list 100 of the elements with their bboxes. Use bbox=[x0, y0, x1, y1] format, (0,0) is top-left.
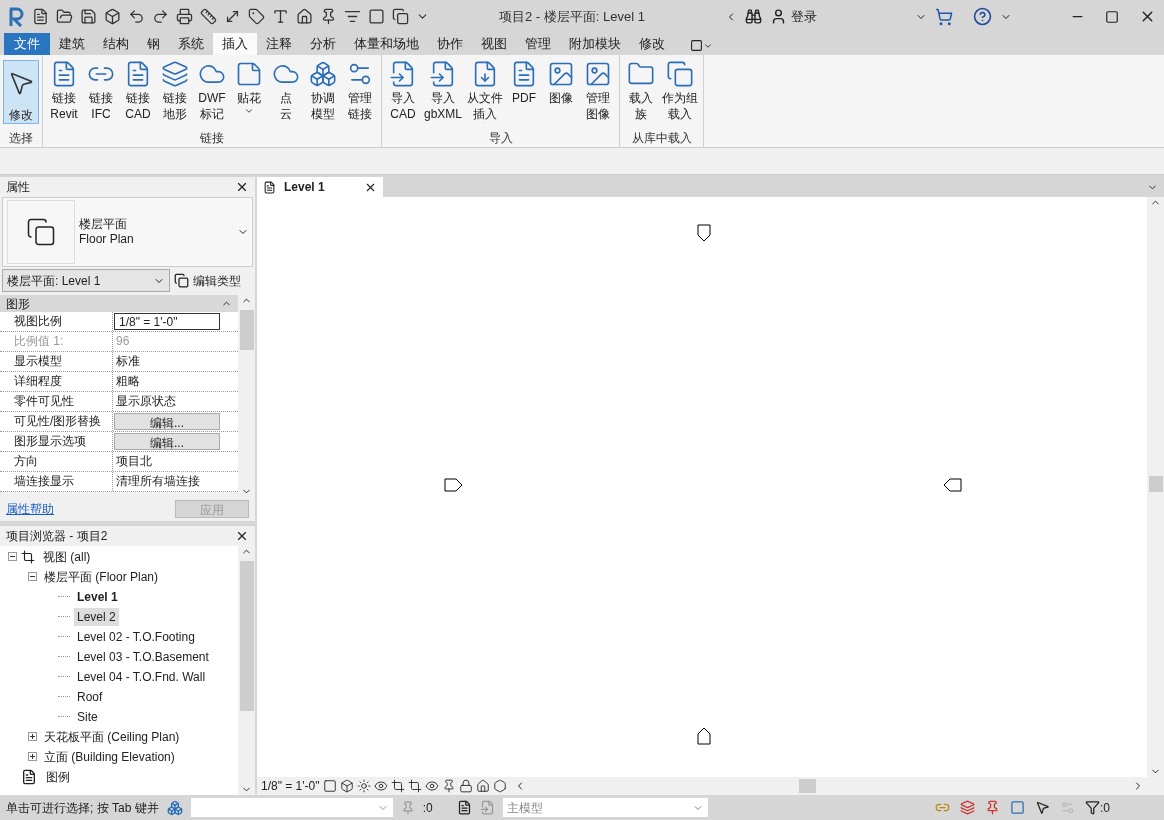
save-icon[interactable] bbox=[80, 8, 97, 25]
menu-tab[interactable]: 修改 bbox=[630, 33, 674, 55]
ribbon-button[interactable]: 点 云 bbox=[268, 60, 304, 124]
menu-tab[interactable]: 插入 bbox=[213, 33, 257, 55]
tree-item[interactable]: Roof bbox=[74, 687, 106, 706]
ribbon-button[interactable]: 修改 bbox=[3, 60, 39, 124]
scroll-thumb[interactable] bbox=[1148, 476, 1163, 492]
frame-icon[interactable] bbox=[322, 779, 337, 793]
workset-icon[interactable] bbox=[166, 799, 183, 816]
menu-tab[interactable]: 钢 bbox=[138, 33, 169, 55]
ribbon-button[interactable]: PDF bbox=[506, 60, 543, 124]
ribbon-button[interactable]: 贴花 bbox=[231, 60, 267, 124]
drag-select-icon[interactable] bbox=[1035, 800, 1050, 815]
menu-tab[interactable]: 视图 bbox=[472, 33, 516, 55]
sun-icon[interactable] bbox=[356, 779, 371, 793]
tree-item[interactable]: 立面 (Building Elevation) bbox=[41, 747, 178, 766]
measure-icon[interactable] bbox=[200, 8, 217, 25]
house-icon[interactable] bbox=[475, 779, 490, 793]
filter-icon[interactable] bbox=[1085, 800, 1100, 815]
menu-tab[interactable]: 附加模块 bbox=[560, 33, 630, 55]
edit-type-button[interactable]: 编辑类型 bbox=[174, 271, 241, 290]
menu-tab[interactable]: 注释 bbox=[257, 33, 301, 55]
ribbon-button[interactable]: 载入 族 bbox=[623, 60, 660, 124]
close-icon[interactable] bbox=[235, 180, 249, 194]
maximize-icon[interactable] bbox=[1105, 9, 1119, 24]
ribbon-button[interactable]: 链接 Revit bbox=[46, 60, 82, 124]
help-icon[interactable] bbox=[973, 7, 992, 26]
undo-icon[interactable] bbox=[128, 8, 145, 25]
views-icon bbox=[21, 549, 35, 564]
tree-item[interactable]: 视图 (all) bbox=[40, 547, 94, 566]
collapse-toggle[interactable] bbox=[28, 572, 37, 582]
view-tab[interactable]: Level 1 bbox=[257, 177, 383, 197]
scrollbar[interactable] bbox=[798, 779, 816, 793]
ribbon-button[interactable]: 协调 模型 bbox=[305, 60, 341, 124]
menu-tab[interactable]: 结构 bbox=[94, 33, 138, 55]
collapse-toggle[interactable] bbox=[8, 552, 17, 562]
tree-item[interactable]: 图例 bbox=[43, 767, 73, 786]
ribbon-button[interactable]: 链接 IFC bbox=[83, 60, 119, 124]
scroll-thumb[interactable] bbox=[239, 560, 254, 711]
redo-icon[interactable] bbox=[152, 8, 169, 25]
crop-region-icon[interactable] bbox=[407, 779, 422, 793]
select-pinned-icon[interactable] bbox=[985, 800, 1000, 815]
ribbon-button[interactable]: 管理 链接 bbox=[342, 60, 378, 124]
ribbon-button[interactable]: 作为组 载入 bbox=[660, 60, 701, 124]
help-link[interactable]: 属性帮助 bbox=[6, 499, 54, 518]
sheet-icon[interactable] bbox=[32, 8, 49, 25]
expand-toggle[interactable] bbox=[28, 752, 37, 762]
sign-in-button[interactable]: 登录 bbox=[770, 6, 817, 27]
open-icon[interactable] bbox=[56, 8, 73, 25]
property-edit-button[interactable]: 编辑... bbox=[114, 413, 220, 430]
lock-icon[interactable] bbox=[458, 779, 473, 793]
ribbon-toggle-button[interactable] bbox=[690, 39, 713, 52]
ribbon-button[interactable]: 链接 CAD bbox=[120, 60, 156, 124]
dimension-icon[interactable] bbox=[224, 8, 241, 25]
tree-item[interactable]: Level 1 bbox=[74, 587, 121, 606]
cart-icon[interactable] bbox=[935, 7, 953, 26]
scrollbar[interactable] bbox=[1147, 197, 1164, 777]
ribbon-button[interactable]: DWF 标记 bbox=[194, 60, 230, 124]
ribbon-button[interactable]: 从文件 插入 bbox=[465, 60, 506, 124]
cube-icon[interactable] bbox=[339, 779, 354, 793]
crop-icon[interactable] bbox=[390, 779, 405, 793]
menu-tab[interactable]: 建筑 bbox=[50, 33, 94, 55]
property-input[interactable]: 1/8" = 1'-0" bbox=[114, 313, 220, 330]
status-message: 单击可进行选择; 按 Tab 键并 bbox=[6, 799, 159, 817]
expand-toggle[interactable] bbox=[28, 732, 37, 742]
elevation-marker-icon bbox=[697, 224, 711, 242]
property-edit-button[interactable]: 编辑... bbox=[114, 433, 220, 450]
menu-tab[interactable]: 文件 bbox=[4, 33, 50, 55]
tree-item[interactable]: 楼层平面 (Floor Plan) bbox=[41, 567, 162, 586]
switch-windows-icon[interactable] bbox=[392, 8, 409, 25]
tree-item[interactable]: 天花板平面 (Ceiling Plan) bbox=[41, 727, 183, 746]
text-icon[interactable] bbox=[272, 8, 289, 25]
ribbon-button[interactable]: 图像 bbox=[543, 60, 580, 124]
tree-item[interactable]: Level 04 - T.O.Fnd. Wall bbox=[74, 667, 209, 686]
tree-item[interactable]: Site bbox=[74, 707, 101, 726]
property-label: 零件可见性 bbox=[0, 392, 113, 411]
model-dropdown[interactable]: 主模型 bbox=[502, 798, 708, 817]
instance-selector[interactable]: 楼层平面: Level 1 bbox=[2, 269, 170, 292]
tree-item[interactable]: Level 2 bbox=[74, 607, 119, 626]
scrollbar[interactable] bbox=[238, 545, 255, 795]
tree-item[interactable]: Level 03 - T.O.Basement bbox=[74, 647, 212, 666]
menu-tab[interactable]: 分析 bbox=[301, 33, 345, 55]
thin-lines-icon[interactable] bbox=[344, 8, 361, 25]
ribbon-button[interactable]: 链接 地形 bbox=[157, 60, 193, 124]
menu-tab[interactable]: 体量和场地 bbox=[345, 33, 428, 55]
hide-icon[interactable] bbox=[424, 779, 439, 793]
menu-tab[interactable]: 系统 bbox=[169, 33, 213, 55]
view-scale[interactable]: 1/8" = 1'-0" bbox=[261, 777, 320, 795]
menu-tab[interactable]: 管理 bbox=[516, 33, 560, 55]
ribbon-button[interactable]: 导入 gbXML bbox=[422, 60, 465, 124]
tag-icon[interactable] bbox=[248, 8, 265, 25]
3d-view-icon[interactable] bbox=[296, 8, 313, 25]
scroll-thumb[interactable] bbox=[239, 310, 254, 350]
panel-title: 项目浏览器 - 项目2 bbox=[6, 527, 108, 545]
search-icon[interactable] bbox=[745, 8, 762, 25]
ribbon-button[interactable]: 管理 图像 bbox=[580, 60, 617, 124]
print-icon[interactable] bbox=[176, 8, 193, 25]
ribbon-button[interactable]: 导入 CAD bbox=[385, 60, 421, 124]
menu-tab[interactable]: 协作 bbox=[428, 33, 472, 55]
tree-item[interactable]: Level 02 - T.O.Footing bbox=[74, 627, 198, 646]
